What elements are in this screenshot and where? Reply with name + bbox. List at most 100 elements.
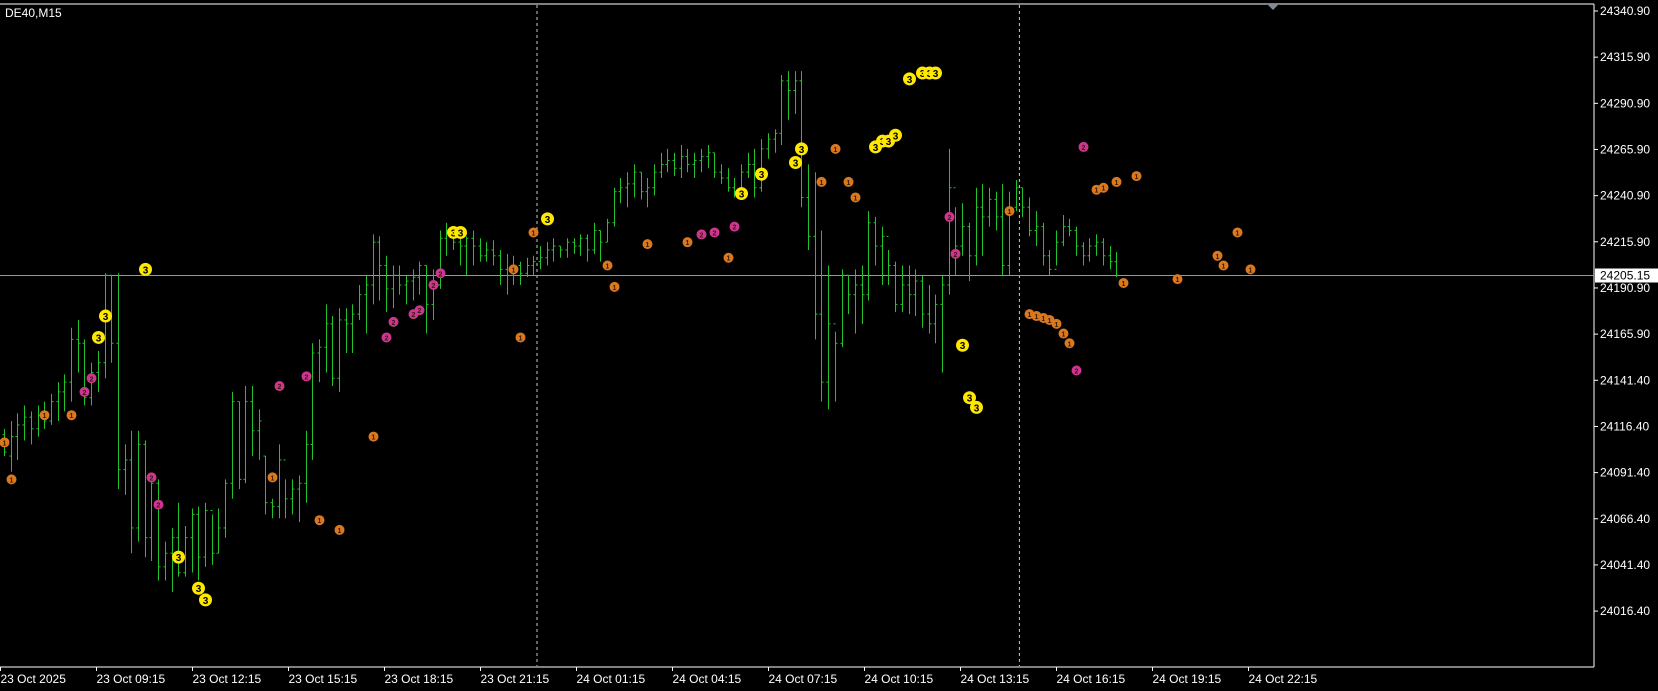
signal-marker: 1 <box>1051 318 1062 329</box>
signal-marker-label: 2 <box>392 320 396 327</box>
time-tick-label: 24 Oct 01:15 <box>577 672 646 686</box>
signal-marker-label: 1 <box>1102 186 1106 193</box>
signal-marker: 1 <box>843 176 854 187</box>
signal-marker-label: 3 <box>974 403 980 414</box>
signal-marker: 2 <box>729 221 740 232</box>
signal-marker-label: 2 <box>418 308 422 315</box>
signal-marker-label: 1 <box>532 230 536 237</box>
chart-window[interactable]: 1111223332233312211122222233111311112212… <box>0 0 1658 691</box>
time-tick-label: 24 Oct 19:15 <box>1153 672 1222 686</box>
signal-marker-label: 1 <box>3 440 7 447</box>
signal-marker: 1 <box>515 332 526 343</box>
time-tick-label: 23 Oct 21:15 <box>481 672 550 686</box>
signal-marker-label: 1 <box>10 477 14 484</box>
price-tick-label: 24265.90 <box>1600 142 1650 156</box>
signal-marker-label: 2 <box>948 215 952 222</box>
price-tick: 24340.90 <box>1594 4 1650 18</box>
signal-marker: 2 <box>86 373 97 384</box>
price-tick: 24190.90 <box>1594 281 1650 295</box>
signal-marker: 2 <box>1071 365 1082 376</box>
signal-marker-label: 3 <box>96 333 102 344</box>
time-tick-label: 23 Oct 15:15 <box>289 672 358 686</box>
signal-marker-label: 3 <box>793 158 799 169</box>
current-price-label-text: 24205.15 <box>1600 269 1650 283</box>
signal-marker-label: 1 <box>847 180 851 187</box>
signal-marker-label: 1 <box>519 335 523 342</box>
time-tick-label: 24 Oct 10:15 <box>865 672 934 686</box>
signal-marker: 2 <box>696 229 707 240</box>
signal-marker: 1 <box>1111 176 1122 187</box>
price-tick-label: 24315.90 <box>1600 50 1650 64</box>
price-tick: 24066.40 <box>1594 512 1650 526</box>
signal-marker: 1 <box>609 281 620 292</box>
price-tick-label: 24041.40 <box>1600 558 1650 572</box>
signal-marker-label: 3 <box>799 145 805 156</box>
current-price-label: 24205.15 <box>1595 268 1658 283</box>
signal-marker: 2 <box>146 472 157 483</box>
signal-marker-label: 1 <box>1028 312 1032 319</box>
signal-marker-label: 2 <box>954 252 958 259</box>
signal-marker-label: 1 <box>1068 341 1072 348</box>
signal-marker-label: 1 <box>686 240 690 247</box>
price-tick: 24016.40 <box>1594 604 1650 618</box>
price-tick: 24091.40 <box>1594 466 1650 480</box>
signal-marker-label: 2 <box>700 232 704 239</box>
time-tick-label: 23 Oct 12:15 <box>193 672 262 686</box>
signal-marker-label: 1 <box>1035 314 1039 321</box>
signal-marker-label: 2 <box>150 475 154 482</box>
time-tick-label: 24 Oct 13:15 <box>961 672 1030 686</box>
signal-marker-label: 1 <box>70 413 74 420</box>
signal-marker-label: 1 <box>613 285 617 292</box>
price-tick: 24265.90 <box>1594 142 1650 156</box>
signal-marker: 1 <box>508 264 519 275</box>
signal-marker: 1 <box>642 239 653 250</box>
signal-marker-label: 1 <box>1062 332 1066 339</box>
price-tick-label: 24016.40 <box>1600 604 1650 618</box>
signal-marker: 1 <box>39 410 50 421</box>
signal-marker: 2 <box>944 211 955 222</box>
signal-marker: 2 <box>428 279 439 290</box>
symbol-label: DE40,M15 <box>5 6 62 20</box>
signal-marker: 1 <box>334 524 345 535</box>
signal-marker-label: 1 <box>1222 264 1226 271</box>
time-tick-label: 23 Oct 2025 <box>1 672 67 686</box>
signal-marker: 1 <box>6 474 17 485</box>
signal-marker-label: 1 <box>372 435 376 442</box>
signal-marker-label: 1 <box>854 195 858 202</box>
signal-marker-label: 1 <box>1095 188 1099 195</box>
signal-marker-label: 2 <box>1075 368 1079 375</box>
price-chart[interactable]: 111 122333223331221112222223 31113111 12 212… <box>0 0 1658 691</box>
signal-marker-label: 3 <box>176 553 182 564</box>
signal-marker: 2 <box>388 316 399 327</box>
signal-marker-label: 1 <box>1249 267 1253 274</box>
signal-marker-label: 1 <box>1122 281 1126 288</box>
price-tick-label: 24116.40 <box>1600 419 1649 433</box>
signal-marker-label: 1 <box>338 528 342 535</box>
price-tick: 24240.90 <box>1594 189 1650 203</box>
signal-marker-label: 2 <box>385 335 389 342</box>
time-tick-label: 24 Oct 07:15 <box>769 672 838 686</box>
price-tick: 24290.90 <box>1594 96 1650 110</box>
signal-marker: 2 <box>79 386 90 397</box>
price-tick-label: 24340.90 <box>1600 4 1650 18</box>
signal-marker: 2 <box>709 227 720 238</box>
signal-marker: 1 <box>1172 274 1183 285</box>
signal-marker: 1 <box>602 260 613 271</box>
signal-marker-label: 3 <box>103 312 109 323</box>
time-tick-label: 24 Oct 22:15 <box>1249 672 1318 686</box>
signal-marker-label: 1 <box>1236 230 1240 237</box>
signal-marker: 2 <box>301 371 312 382</box>
signal-marker-label: 1 <box>646 242 650 249</box>
signal-marker: 2 <box>153 499 164 510</box>
signal-marker: 1 <box>1232 227 1243 238</box>
price-tick: 24041.40 <box>1594 558 1650 572</box>
signal-marker: 1 <box>816 176 827 187</box>
signal-marker: 1 <box>830 143 841 154</box>
signal-marker-label: 2 <box>305 374 309 381</box>
price-tick: 24215.90 <box>1594 235 1650 249</box>
signal-marker-label: 2 <box>278 384 282 391</box>
signal-marker: 1 <box>314 515 325 526</box>
signal-marker-label: 2 <box>733 225 737 232</box>
signal-marker-label: 1 <box>820 180 824 187</box>
signal-marker: 2 <box>1078 141 1089 152</box>
